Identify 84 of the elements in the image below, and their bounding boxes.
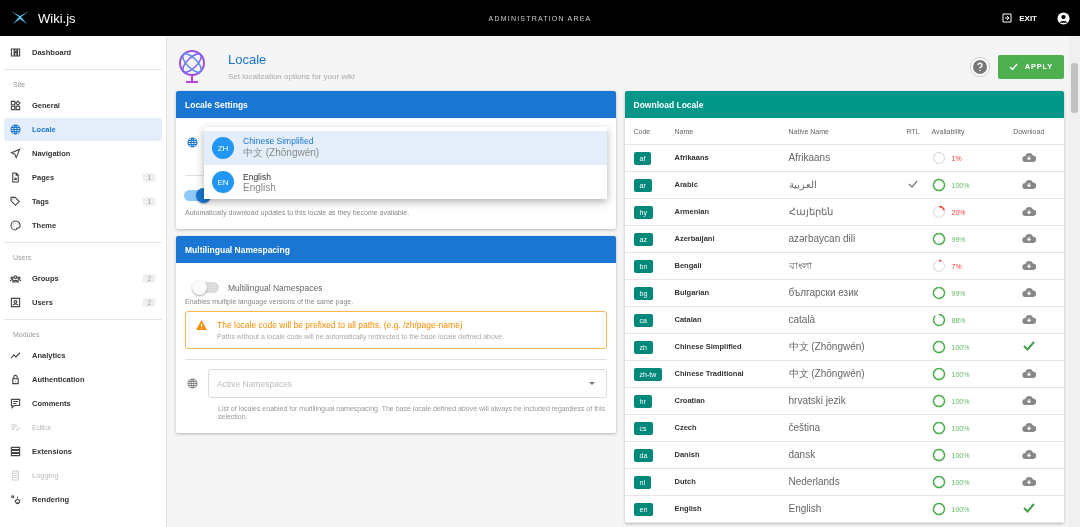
comment-icon bbox=[10, 398, 21, 409]
widgets-icon bbox=[10, 100, 21, 111]
native-name: 中文 (Zhōngwén) bbox=[788, 341, 865, 352]
cloud-download-icon[interactable] bbox=[1021, 206, 1036, 217]
caret-icon bbox=[588, 382, 595, 386]
cloud-download-icon[interactable] bbox=[1021, 287, 1036, 298]
cloud-download-icon[interactable] bbox=[1021, 314, 1036, 325]
globe-icon bbox=[187, 137, 198, 148]
account-icon[interactable] bbox=[1057, 11, 1070, 25]
exit-button[interactable]: EXIT bbox=[1002, 13, 1037, 23]
progress-ring bbox=[931, 340, 946, 354]
palette-icon bbox=[10, 220, 21, 231]
page-title: Locale bbox=[228, 52, 268, 67]
progress-ring bbox=[931, 502, 946, 516]
option-label: Chinese Simplified bbox=[243, 136, 315, 146]
cloud-download-icon[interactable] bbox=[1021, 476, 1036, 487]
native-name: čeština bbox=[788, 422, 821, 433]
lock-icon bbox=[10, 374, 21, 385]
namespaces-select[interactable]: Active Namespaces bbox=[208, 369, 607, 398]
native-name: български език bbox=[788, 287, 859, 298]
send-icon bbox=[10, 148, 21, 159]
option-sublabel: 中文 (Zhōngwén) bbox=[243, 146, 320, 160]
native-name: hrvatski jezik bbox=[788, 395, 846, 406]
document-icon bbox=[10, 172, 21, 183]
progress-ring bbox=[931, 448, 946, 462]
people-icon bbox=[10, 273, 21, 284]
toggle-switch[interactable] bbox=[193, 282, 219, 293]
layers-icon bbox=[10, 446, 21, 457]
progress-ring bbox=[931, 205, 946, 219]
cloud-download-icon[interactable] bbox=[1021, 179, 1036, 190]
native-name: català bbox=[788, 314, 816, 325]
native-name: বাংলা bbox=[788, 260, 812, 271]
native-name: Afrikaans bbox=[788, 152, 831, 163]
progress-ring bbox=[931, 475, 946, 489]
native-name: azərbaycan dili bbox=[788, 233, 856, 244]
cloud-download-icon[interactable] bbox=[1021, 152, 1036, 163]
toggle-label: Multilingual Namespaces bbox=[228, 282, 323, 293]
dropdown-option[interactable]: ZH Chinese Simplified 中文 (Zhōngwén) bbox=[204, 131, 607, 165]
brand-name: Wiki.js bbox=[38, 10, 76, 26]
warning-icon bbox=[196, 320, 207, 330]
progress-ring bbox=[931, 394, 946, 408]
locale-avatar: ZH bbox=[212, 137, 234, 159]
native-name: English bbox=[788, 503, 822, 514]
help-button[interactable] bbox=[969, 56, 990, 77]
progress-ring bbox=[931, 313, 946, 327]
tag-icon bbox=[10, 196, 21, 207]
cloud-download-icon[interactable] bbox=[1021, 395, 1036, 406]
progress-ring bbox=[931, 421, 946, 435]
help-icon bbox=[972, 59, 987, 74]
progress-ring bbox=[931, 151, 946, 165]
cloud-download-icon[interactable] bbox=[1021, 260, 1036, 271]
progress-ring bbox=[931, 286, 946, 300]
native-name: العربية bbox=[788, 179, 817, 190]
cloud-download-icon[interactable] bbox=[1021, 449, 1036, 460]
progress-ring bbox=[931, 232, 946, 246]
native-name: Nederlands bbox=[788, 476, 840, 487]
cloud-download-icon[interactable] bbox=[1021, 233, 1036, 244]
globe-icon bbox=[10, 124, 21, 135]
card-header: Locale Settings bbox=[176, 91, 616, 118]
option-sublabel: English bbox=[243, 181, 276, 193]
scrollbar[interactable] bbox=[1069, 36, 1080, 527]
progress-ring bbox=[931, 367, 946, 381]
dashboard-icon bbox=[10, 47, 21, 58]
exit-icon bbox=[1002, 13, 1013, 23]
document-icon bbox=[10, 470, 21, 481]
dropdown-option[interactable]: EN English English bbox=[204, 165, 607, 199]
globe-icon bbox=[187, 378, 198, 389]
option-label: English bbox=[243, 171, 272, 182]
cloud-download-icon[interactable] bbox=[1021, 422, 1036, 433]
native-name: dansk bbox=[788, 449, 816, 460]
progress-ring bbox=[931, 178, 946, 192]
locale-avatar: EN bbox=[212, 171, 234, 193]
check-icon bbox=[1008, 62, 1018, 71]
person-card-icon bbox=[10, 297, 21, 308]
progress-ring bbox=[931, 259, 946, 273]
cloud-download-icon[interactable] bbox=[1021, 368, 1036, 379]
card-header: Multilingual Namespacing bbox=[176, 236, 616, 263]
alert-title: The locale code will be prefixed to all paths. (e.g. /zh/page-name) bbox=[217, 320, 464, 330]
native-name: 中文 (Zhōngwén) bbox=[788, 368, 865, 379]
native-name: Հայերեն bbox=[788, 206, 833, 217]
logo-icon bbox=[10, 10, 30, 26]
chart-line-icon bbox=[10, 350, 21, 361]
card-header: Download Locale bbox=[624, 91, 1064, 118]
pen-lines-icon bbox=[10, 422, 21, 433]
